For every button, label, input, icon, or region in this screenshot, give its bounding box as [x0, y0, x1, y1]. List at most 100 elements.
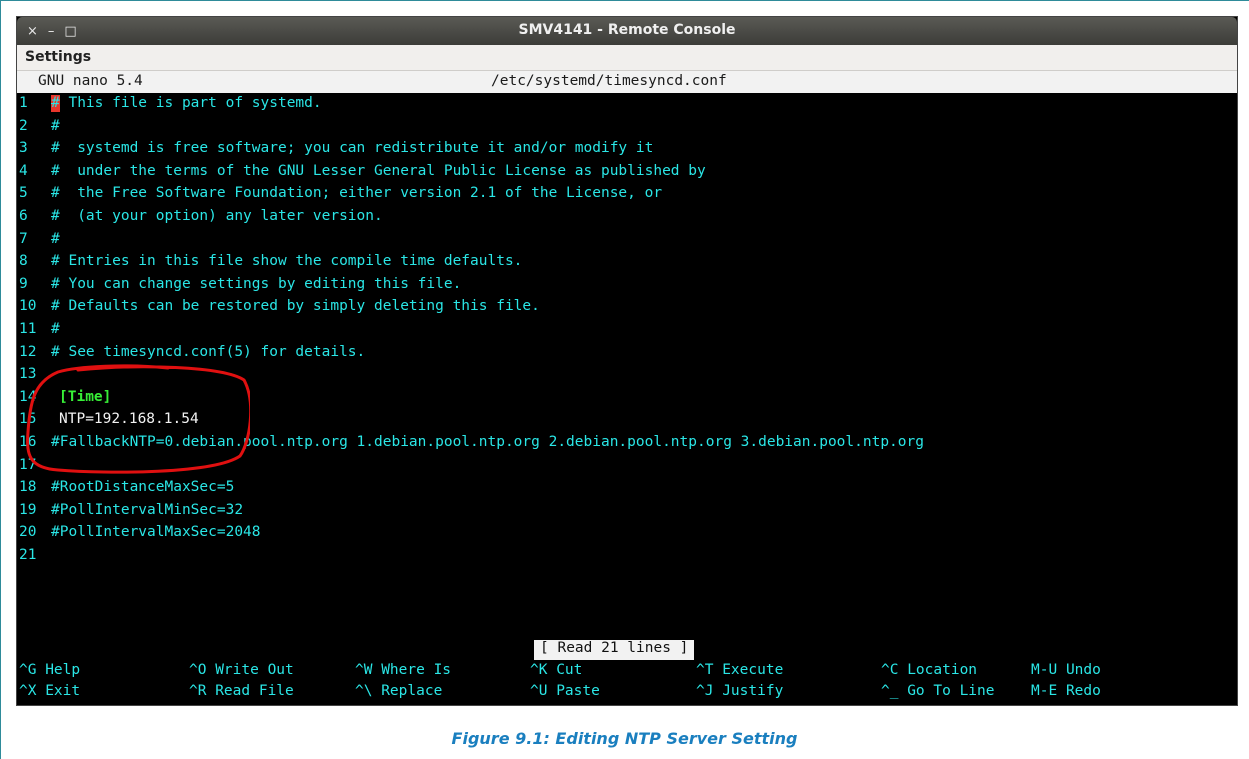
line-text: # This file is part of systemd.	[51, 95, 322, 111]
shortcut-key: ^J	[696, 683, 714, 699]
shortcut-key: ^T	[696, 662, 714, 678]
line-number: 21	[19, 547, 37, 563]
shortcut-label: Paste	[556, 683, 600, 699]
shortcut-key: ^C	[881, 662, 899, 678]
editor-line[interactable]: 18 #RootDistanceMaxSec=5	[17, 477, 1237, 499]
editor-line[interactable]: 3 # systemd is free software; you can red…	[17, 138, 1237, 160]
shortcut-item[interactable]: ^U Paste	[530, 683, 600, 703]
line-number: 10	[19, 298, 37, 315]
editor-line[interactable]: 15 NTP=192.168.1.54	[17, 409, 1237, 431]
line-number: 14	[19, 388, 37, 405]
editor-line[interactable]: 19 #PollIntervalMinSec=32	[17, 500, 1237, 522]
shortcut-item[interactable]: ^O Write Out	[189, 662, 294, 682]
shortcut-key: ^W	[355, 662, 373, 678]
line-text: #	[51, 321, 60, 337]
shortcut-label: Go To Line	[907, 683, 995, 699]
line-text: # the Free Software Foundation; either v…	[51, 185, 663, 202]
nano-version: GNU nano 5.4	[38, 73, 143, 89]
shortcut-label: Exit	[45, 683, 81, 699]
figure-caption: Figure 9.1: Editing NTP Server Setting	[451, 729, 798, 748]
menubar: Settings	[17, 45, 1237, 71]
editor-line[interactable]: 5 # the Free Software Foundation; either …	[17, 183, 1237, 205]
line-text: # under the terms of the GNU Lesser Gene…	[51, 162, 706, 179]
shortcut-item[interactable]: ^X Exit	[19, 683, 80, 703]
shortcut-key: M-U	[1031, 662, 1058, 678]
shortcut-key: ^X	[19, 683, 37, 699]
shortcut-label: Write Out	[215, 662, 294, 678]
editor-line[interactable]: 16 #FallbackNTP=0.debian.pool.ntp.org 1.d…	[17, 432, 1237, 454]
editor-line[interactable]: 10 # Defaults can be restored by simply d…	[17, 296, 1237, 318]
remote-console-window: × – □ SMV4141 - Remote Console Settings …	[17, 17, 1237, 705]
line-text: #FallbackNTP=0.debian.pool.ntp.org 1.deb…	[51, 434, 924, 450]
editor-line[interactable]: 13	[17, 364, 1237, 386]
shortcut-key: M-E	[1031, 683, 1058, 699]
editor-line[interactable]: 12 # See timesyncd.conf(5) for details.	[17, 342, 1237, 364]
editor-line[interactable]: 14 [Time]	[17, 387, 1237, 409]
shortcut-item[interactable]: ^G Help	[19, 662, 80, 682]
shortcut-label: Read File	[215, 683, 294, 699]
line-number: 16	[19, 434, 37, 450]
shortcut-item[interactable]: ^R Read File	[189, 683, 294, 703]
line-number: 15	[19, 411, 37, 428]
shortcut-item[interactable]: ^\ Replace	[355, 683, 442, 703]
line-text: NTP=192.168.1.54	[59, 411, 199, 428]
editor-line[interactable]: 6 # (at your option) any later version.	[17, 206, 1237, 228]
editor-line[interactable]: 11 #	[17, 319, 1237, 341]
line-number: 2	[19, 117, 28, 134]
line-number: 18	[19, 479, 37, 496]
editor-line[interactable]: 8 # Entries in this file show the compile…	[17, 251, 1237, 273]
line-text: # See timesyncd.conf(5) for details.	[51, 343, 366, 360]
shortcut-item[interactable]: ^_ Go To Line	[881, 683, 995, 703]
window-titlebar[interactable]: × – □ SMV4141 - Remote Console	[17, 17, 1237, 45]
menu-settings[interactable]: Settings	[25, 49, 91, 65]
line-number: 8	[19, 253, 28, 270]
line-text: #	[51, 230, 60, 247]
shortcut-label: Redo	[1065, 683, 1101, 699]
editor-line[interactable]: 1 # This file is part of systemd.	[17, 93, 1237, 115]
editor-line[interactable]: 4 # under the terms of the GNU Lesser Gen…	[17, 161, 1237, 183]
nano-filename: /etc/systemd/timesyncd.conf	[491, 73, 727, 89]
shortcut-item[interactable]: M-E Redo	[1031, 683, 1101, 703]
shortcut-label: Replace	[381, 683, 443, 699]
editor-line[interactable]: 17	[17, 455, 1237, 477]
line-number: 3	[19, 140, 28, 157]
editor-line[interactable]: 9 # You can change settings by editing th…	[17, 274, 1237, 296]
terminal-area[interactable]: GNU nano 5.4 /etc/systemd/timesyncd.conf…	[17, 71, 1237, 705]
editor-line[interactable]: 21	[17, 545, 1237, 567]
editor-line[interactable]: 20 #PollIntervalMaxSec=2048	[17, 522, 1237, 544]
line-number: 5	[19, 185, 28, 202]
line-text: #RootDistanceMaxSec=5	[51, 479, 235, 496]
line-text: # (at your option) any later version.	[51, 208, 383, 224]
shortcut-key: ^U	[530, 683, 548, 699]
line-text: #	[51, 117, 60, 134]
line-text: # You can change settings by editing thi…	[51, 275, 462, 292]
line-text: # Entries in this file show the compile …	[51, 253, 523, 270]
shortcut-label: Undo	[1065, 662, 1101, 678]
line-number: 6	[19, 208, 28, 224]
shortcut-item[interactable]: ^T Execute	[696, 662, 783, 682]
shortcut-item[interactable]: ^J Justify	[696, 683, 783, 703]
shortcut-item[interactable]: M-U Undo	[1031, 662, 1101, 682]
line-number: 19	[19, 501, 37, 518]
shortcut-item[interactable]: ^C Location	[881, 662, 977, 682]
shortcut-label: Execute	[722, 662, 784, 678]
shortcut-key: ^O	[189, 662, 207, 678]
line-text: #PollIntervalMaxSec=2048	[51, 524, 261, 541]
shortcut-item[interactable]: ^W Where Is	[355, 662, 451, 682]
shortcut-item[interactable]: ^K Cut	[530, 662, 582, 682]
line-number: 9	[19, 275, 28, 292]
line-text: [Time]	[59, 388, 112, 405]
shortcut-label: Where Is	[381, 662, 452, 678]
status-message: [ Read 21 lines ]	[534, 640, 695, 660]
line-text: #PollIntervalMinSec=32	[51, 501, 244, 518]
editor-line[interactable]: 7 #	[17, 229, 1237, 251]
line-number: 17	[19, 456, 37, 473]
line-text: # Defaults can be restored by simply del…	[51, 298, 540, 315]
shortcut-label: Cut	[556, 662, 583, 678]
line-number: 12	[19, 343, 37, 360]
shortcut-key: ^R	[189, 683, 207, 699]
shortcut-label: Location	[907, 662, 978, 678]
line-number: 7	[19, 230, 28, 247]
shortcut-key: ^G	[19, 662, 37, 678]
editor-line[interactable]: 2 #	[17, 116, 1237, 138]
